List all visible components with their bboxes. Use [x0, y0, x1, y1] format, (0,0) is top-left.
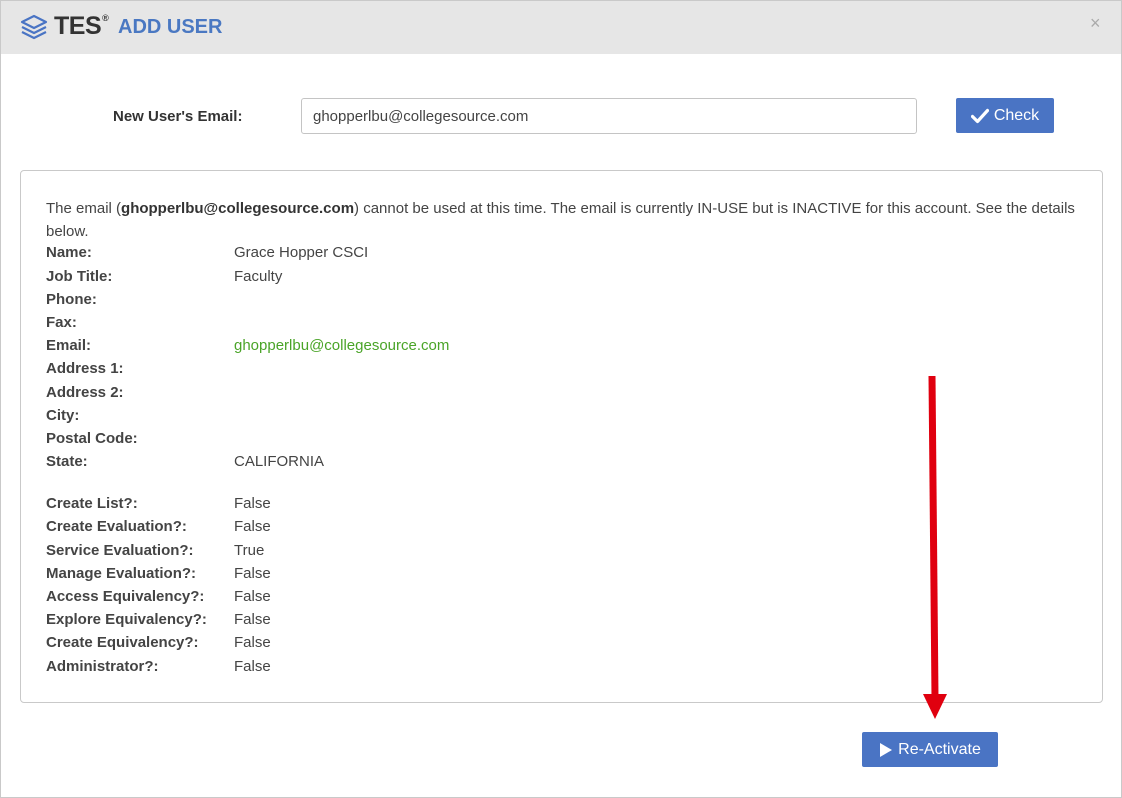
permission-label-service-evaluation: Service Evaluation?:	[46, 542, 194, 559]
permission-label-manage-evaluation: Manage Evaluation?:	[46, 565, 197, 582]
permission-value-manage-evaluation: False	[234, 565, 271, 582]
permission-value-access-equivalency: False	[234, 588, 271, 605]
permission-value-create-list: False	[234, 495, 271, 512]
permission-label-access-equivalency: Access Equivalency?:	[46, 588, 205, 605]
permission-label-create-equivalency: Create Equivalency?:	[46, 634, 199, 651]
status-message: The email (ghopperlbu@collegesource.com)…	[46, 200, 1075, 240]
detail-value-email-link[interactable]: ghopperlbu@collegesource.com	[234, 337, 449, 354]
layers-icon	[20, 14, 48, 40]
reactivate-button[interactable]: Re-Activate	[862, 732, 998, 767]
permission-value-service-evaluation: True	[234, 542, 265, 559]
permission-label-create-list: Create List?:	[46, 495, 138, 512]
checkmark-icon	[970, 108, 989, 123]
check-button[interactable]: Check	[956, 98, 1054, 133]
permission-label-create-evaluation: Create Evaluation?:	[46, 518, 187, 535]
detail-label-address-2: Address 2:	[46, 384, 124, 401]
email-input[interactable]	[301, 98, 917, 134]
detail-label-phone: Phone:	[46, 291, 97, 308]
email-label: New User's Email:	[113, 108, 243, 125]
permission-value-administrator: False	[234, 658, 271, 675]
detail-label-postal-code: Postal Code:	[46, 430, 138, 447]
play-icon	[880, 742, 893, 757]
check-button-label: Check	[993, 106, 1040, 124]
permission-value-explore-equivalency: False	[234, 611, 271, 628]
detail-value-state: CALIFORNIA	[234, 453, 325, 470]
annotation-arrow-icon	[923, 376, 947, 719]
permission-value-create-evaluation: False	[234, 518, 271, 535]
permission-value-create-equivalency: False	[234, 634, 271, 651]
permission-label-explore-equivalency: Explore Equivalency?:	[46, 611, 207, 628]
close-icon[interactable]: ×	[1090, 13, 1101, 33]
permission-label-administrator: Administrator?:	[46, 658, 159, 675]
message-email: ghopperlbu@collegesource.com	[121, 200, 355, 217]
detail-label-name: Name:	[46, 244, 92, 261]
detail-label-fax: Fax:	[46, 314, 77, 331]
detail-value-name: Grace Hopper CSCI	[234, 244, 369, 261]
modal-title: ADD USER	[118, 16, 223, 38]
detail-label-city: City:	[46, 407, 80, 424]
brand-logo-text: TES®	[54, 12, 109, 40]
detail-value-job-title: Faculty	[234, 268, 283, 285]
add-user-modal: TES® ADD USER × New User's Email: Check …	[0, 0, 1122, 798]
detail-label-job-title: Job Title:	[46, 268, 113, 285]
detail-label-email: Email:	[46, 337, 92, 354]
modal-header: TES® ADD USER	[1, 1, 1121, 54]
detail-label-state: State:	[46, 453, 88, 470]
reactivate-button-label: Re-Activate	[898, 740, 981, 758]
detail-label-address-1: Address 1:	[46, 360, 124, 377]
